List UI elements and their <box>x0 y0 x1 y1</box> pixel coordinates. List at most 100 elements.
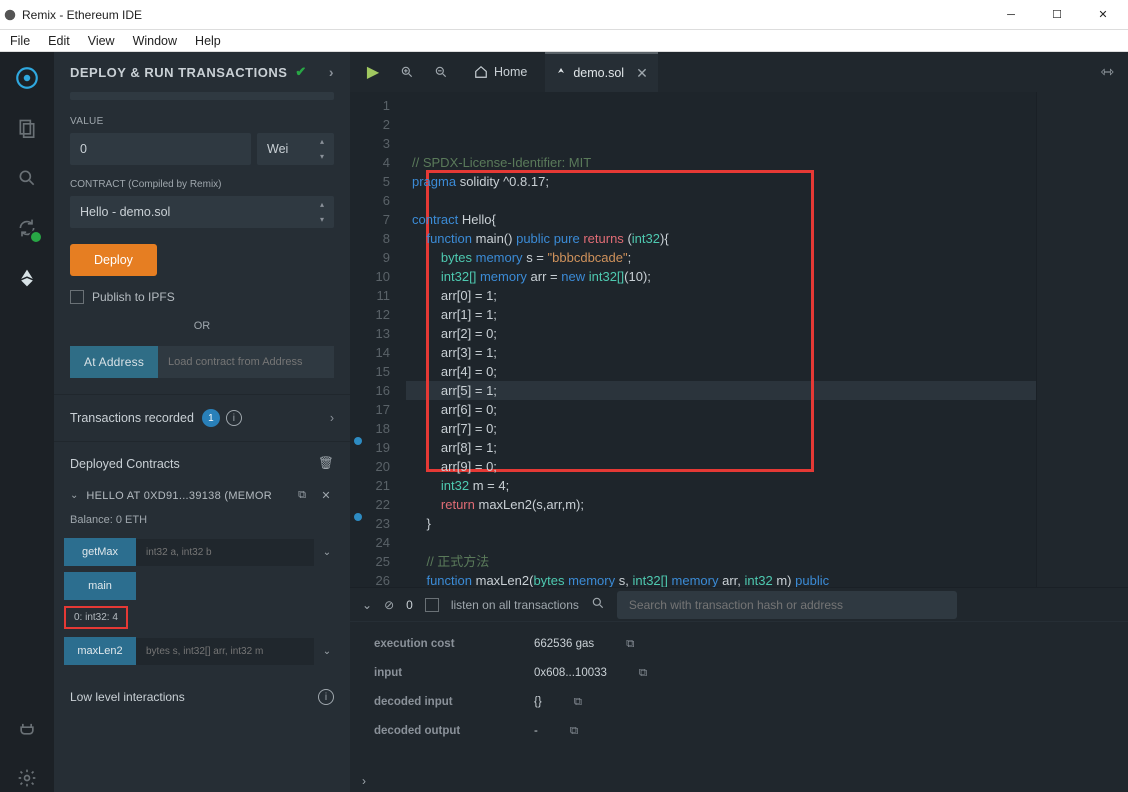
copy-icon[interactable]: ⧉ <box>294 489 310 502</box>
remix-home-icon[interactable] <box>13 64 41 92</box>
value-unit-select[interactable]: Wei <box>257 133 334 165</box>
value-label: VALUE <box>70 116 334 127</box>
menu-window[interactable]: Window <box>129 32 181 50</box>
zoom-in-icon[interactable] <box>392 57 422 87</box>
deployed-label: Deployed Contracts <box>70 457 180 471</box>
expand-right-icon[interactable]: ⇿ <box>1095 62 1120 82</box>
progress-bar <box>70 92 334 100</box>
at-address-button[interactable]: At Address <box>70 346 158 378</box>
value-input[interactable] <box>70 133 251 165</box>
publish-ipfs-row[interactable]: Publish to IPFS <box>70 290 334 304</box>
menu-help[interactable]: Help <box>191 32 225 50</box>
trash-icon[interactable]: 🗑 <box>318 456 334 471</box>
contract-instance-header[interactable]: ⌄ HELLO AT 0XD91...39138 (MEMOR ⧉ ✕ <box>64 481 340 510</box>
copy-icon[interactable]: ⧉ <box>639 667 647 680</box>
compiler-icon[interactable] <box>13 214 41 242</box>
code-editor[interactable]: 1234567891011121314151617181920212223242… <box>350 92 1128 587</box>
search-icon[interactable] <box>13 164 41 192</box>
function-maxlen2-row: maxLen2 ⌄ <box>64 637 340 665</box>
close-window-button[interactable]: ✕ <box>1080 0 1126 30</box>
close-tab-icon[interactable]: ✕ <box>636 65 648 82</box>
menu-edit[interactable]: Edit <box>44 32 74 50</box>
menu-view[interactable]: View <box>84 32 119 50</box>
deploy-icon[interactable] <box>13 264 41 292</box>
contract-label: CONTRACT (Compiled by Remix) <box>70 179 334 190</box>
main-button[interactable]: main <box>64 572 136 600</box>
minimize-button[interactable]: ─ <box>988 0 1034 30</box>
file-explorer-icon[interactable] <box>13 114 41 142</box>
chevron-right-icon[interactable]: › <box>330 411 334 425</box>
deployed-contracts-header: Deployed Contracts 🗑 <box>54 442 350 481</box>
contract-balance: Balance: 0 ETH <box>64 510 340 538</box>
minimap[interactable] <box>1036 92 1128 587</box>
window-title: Remix - Ethereum IDE <box>20 8 988 22</box>
chevron-collapse-icon[interactable]: ⌄ <box>362 598 372 612</box>
zoom-out-icon[interactable] <box>426 57 456 87</box>
main-area: ▶ Home demo.sol ✕ ⇿ 12345678910111213141… <box>350 52 1128 792</box>
copy-icon[interactable]: ⧉ <box>570 725 578 738</box>
file-tab-label: demo.sol <box>573 66 624 80</box>
chevron-down-icon[interactable]: ⌄ <box>314 547 340 558</box>
transactions-recorded[interactable]: Transactions recorded 1 i › <box>54 395 350 441</box>
app-body: DEPLOY & RUN TRANSACTIONS ✔ › VALUE Wei … <box>0 52 1128 792</box>
function-getmax-row: getMax ⌄ <box>64 538 340 566</box>
maxlen2-params[interactable] <box>136 638 314 665</box>
code-area[interactable]: // SPDX-License-Identifier: MIT pragma s… <box>406 92 1036 587</box>
settings-icon[interactable] <box>13 764 41 792</box>
main-result: 0: int32: 4 <box>64 606 128 629</box>
chevron-right-icon[interactable]: › <box>329 64 334 80</box>
console-row-input: input 0x608...10033 ⧉ <box>374 659 1104 688</box>
clear-icon[interactable]: ⊘ <box>384 598 394 612</box>
activity-bar <box>0 52 54 792</box>
chevron-down-icon[interactable]: ⌄ <box>314 646 340 657</box>
console-toolbar: ⌄ ⊘ 0 listen on all transactions <box>350 588 1128 622</box>
tx-recorded-label: Transactions recorded <box>70 411 194 425</box>
function-main-row: main <box>64 572 340 600</box>
plugin-icon[interactable] <box>13 714 41 742</box>
getmax-button[interactable]: getMax <box>64 538 136 566</box>
console-footer: › <box>350 770 1128 792</box>
panel-title: DEPLOY & RUN TRANSACTIONS <box>70 65 287 80</box>
file-tab-demo[interactable]: demo.sol ✕ <box>545 52 657 92</box>
listen-label: listen on all transactions <box>451 598 579 612</box>
contract-instance: ⌄ HELLO AT 0XD91...39138 (MEMOR ⧉ ✕ Bala… <box>64 481 340 671</box>
panel-header: DEPLOY & RUN TRANSACTIONS ✔ › <box>54 52 350 92</box>
getmax-params[interactable] <box>136 539 314 566</box>
home-tab[interactable]: Home <box>460 52 541 92</box>
low-level-interactions[interactable]: Low level interactions i <box>54 679 350 715</box>
check-icon: ✔ <box>295 64 306 80</box>
menu-file[interactable]: File <box>6 32 34 50</box>
publish-checkbox[interactable] <box>70 290 84 304</box>
window-title-bar: Remix - Ethereum IDE ─ ☐ ✕ <box>0 0 1128 30</box>
info-icon[interactable]: i <box>226 410 242 426</box>
chevron-down-icon[interactable]: ⌄ <box>70 490 78 501</box>
console-row-decoded-output: decoded output - ⧉ <box>374 717 1104 746</box>
at-address-input[interactable] <box>158 346 334 378</box>
menu-bar: File Edit View Window Help <box>0 30 1128 52</box>
contract-select[interactable]: Hello - demo.sol <box>70 196 334 228</box>
close-icon[interactable]: ✕ <box>318 489 334 502</box>
info-icon[interactable]: i <box>318 689 334 705</box>
input-val: 0x608...10033 <box>534 667 607 680</box>
run-icon[interactable]: ▶ <box>358 57 388 87</box>
or-label: OR <box>70 320 334 332</box>
chevron-right-icon[interactable]: › <box>362 774 366 788</box>
breakpoint-icon[interactable] <box>354 437 362 445</box>
pending-count: 0 <box>406 598 413 612</box>
copy-icon[interactable]: ⧉ <box>574 696 582 709</box>
exec-cost-key: execution cost <box>374 638 514 651</box>
copy-icon[interactable]: ⧉ <box>626 638 634 651</box>
maxlen2-button[interactable]: maxLen2 <box>64 637 136 665</box>
maximize-button[interactable]: ☐ <box>1034 0 1080 30</box>
listen-checkbox[interactable] <box>425 598 439 612</box>
search-icon[interactable] <box>591 596 605 613</box>
remix-logo-icon <box>3 8 17 22</box>
contract-name: HELLO AT 0XD91...39138 (MEMOR <box>86 490 286 502</box>
console-output[interactable]: execution cost 662536 gas ⧉ input 0x608.… <box>350 622 1128 770</box>
tx-count-badge: 1 <box>202 409 220 427</box>
terminal-console: ⌄ ⊘ 0 listen on all transactions executi… <box>350 587 1128 792</box>
exec-cost-val: 662536 gas <box>534 638 594 651</box>
deploy-button[interactable]: Deploy <box>70 244 157 276</box>
console-search-input[interactable] <box>617 591 957 619</box>
breakpoint-icon[interactable] <box>354 513 362 521</box>
